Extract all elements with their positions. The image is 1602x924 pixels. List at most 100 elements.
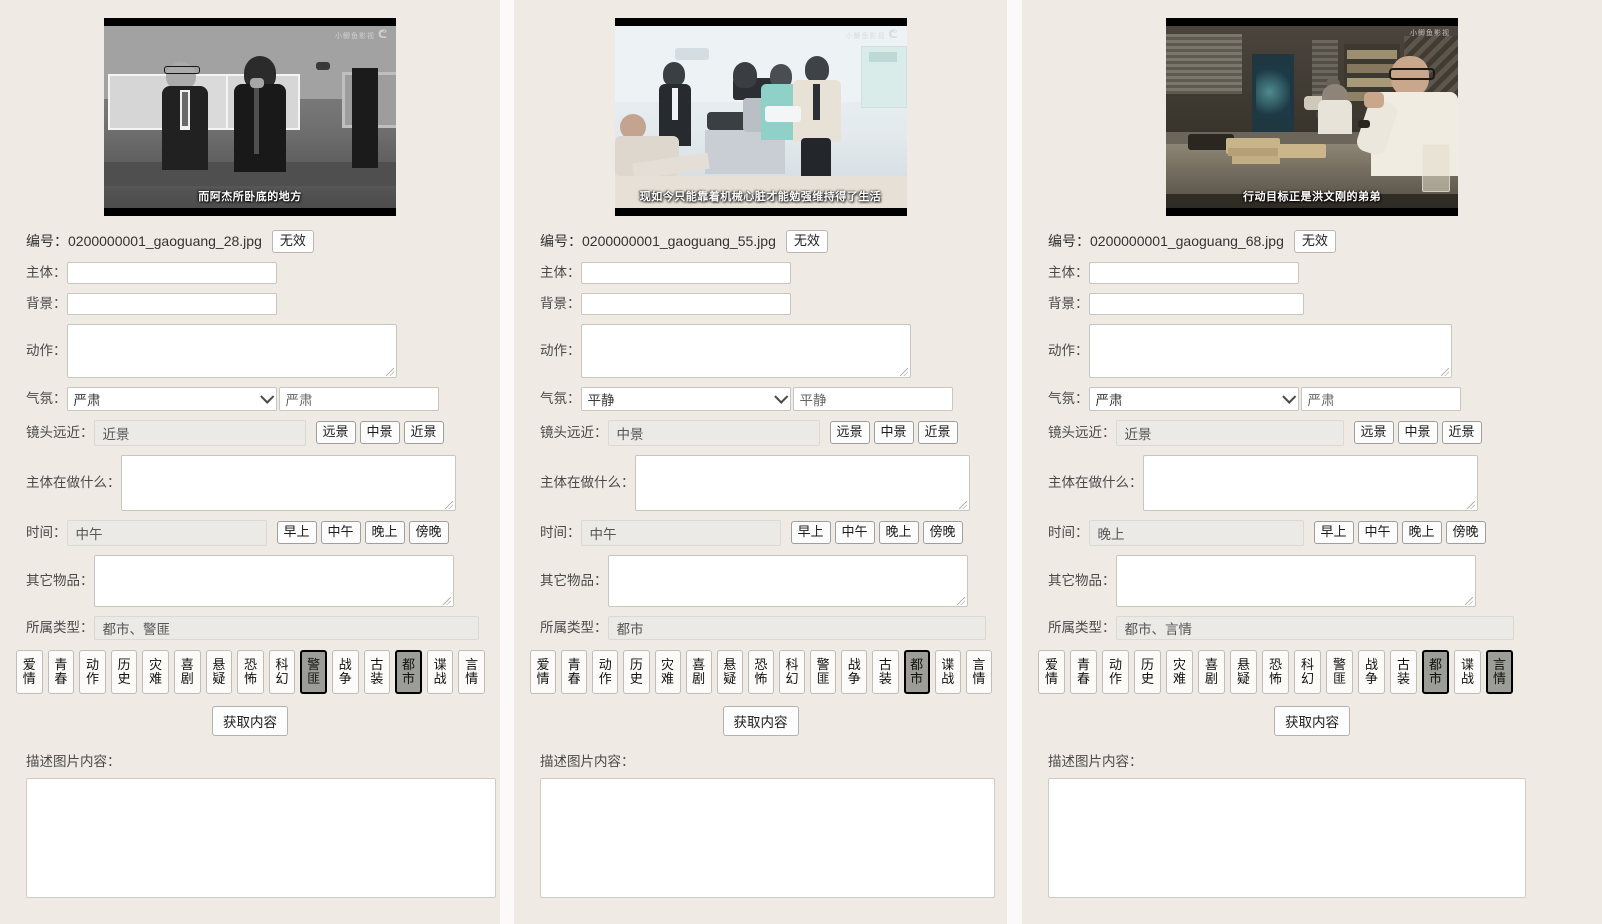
genre-tag-古装[interactable]: 古装 [1390, 649, 1417, 694]
time-dusk-button[interactable]: 傍晚 [1445, 521, 1486, 545]
genre-tag-灾难[interactable]: 灾难 [654, 649, 681, 694]
genre-tag-战争[interactable]: 战争 [841, 649, 868, 694]
genre-tag-悬疑[interactable]: 悬疑 [205, 649, 233, 694]
describe-textarea[interactable] [26, 777, 496, 898]
background-input[interactable] [1088, 292, 1304, 315]
genre-tag-都市[interactable]: 都市 [395, 649, 422, 694]
genre-tag-恐怖[interactable]: 恐怖 [747, 649, 774, 694]
action-textarea[interactable] [66, 323, 397, 378]
genre-tag-历史[interactable]: 历史 [110, 649, 138, 694]
genre-tag-言情[interactable]: 言情 [965, 649, 992, 694]
time-dusk-button[interactable]: 傍晚 [408, 521, 449, 545]
genre-tag-青春[interactable]: 青春 [1070, 649, 1097, 694]
genre-tag-言情[interactable]: 言情 [458, 649, 485, 694]
genre-tag-青春[interactable]: 青春 [47, 649, 75, 694]
genre-tag-科幻[interactable]: 科幻 [1294, 649, 1321, 694]
genre-tag-科幻[interactable]: 科幻 [268, 649, 296, 694]
shot-far-button[interactable]: 远景 [315, 421, 356, 445]
shot-near-button[interactable]: 近景 [403, 421, 444, 445]
genre-tag-警匪[interactable]: 警匪 [300, 649, 327, 694]
invalid-button[interactable]: 无效 [785, 230, 828, 253]
screenshot-thumbnail[interactable]: 小鲫鱼影视 ᕦ 现如今只能靠着机械心脏才能勉强维持得了生活 [614, 18, 907, 216]
mood-text-input[interactable]: 平静 [792, 386, 953, 411]
time-night-button[interactable]: 晚上 [364, 521, 405, 545]
invalid-button[interactable]: 无效 [1293, 230, 1336, 253]
subject-doing-textarea[interactable] [634, 454, 970, 511]
shot-near-button[interactable]: 近景 [1441, 421, 1482, 445]
genre-tag-恐怖[interactable]: 恐怖 [1262, 649, 1289, 694]
background-input[interactable] [66, 292, 277, 315]
shot-mid-button[interactable]: 中景 [873, 421, 914, 445]
time-noon-button[interactable]: 中午 [1357, 521, 1398, 545]
time-morning-button[interactable]: 早上 [790, 521, 831, 545]
time-noon-button[interactable]: 中午 [320, 521, 361, 545]
genre-tag-悬疑[interactable]: 悬疑 [1230, 649, 1257, 694]
genre-tag-爱情[interactable]: 爱情 [1038, 649, 1065, 694]
subject-input[interactable] [66, 261, 277, 284]
describe-textarea[interactable] [1048, 777, 1526, 898]
time-morning-button[interactable]: 早上 [276, 521, 317, 545]
shot-far-button[interactable]: 远景 [829, 421, 870, 445]
genre-tag-警匪[interactable]: 警匪 [1326, 649, 1353, 694]
genre-tag-谍战[interactable]: 谍战 [426, 649, 454, 694]
genre-tag-谍战[interactable]: 谍战 [934, 649, 961, 694]
genre-tag-青春[interactable]: 青春 [561, 649, 588, 694]
action-textarea[interactable] [580, 323, 911, 378]
genre-tag-警匪[interactable]: 警匪 [810, 649, 837, 694]
screenshot-thumbnail[interactable]: 小鲫鱼影视 行动目标正是洪文刚的弟弟 [1166, 18, 1458, 216]
screenshot-thumbnail[interactable]: 小鲫鱼影视 ᕦ 而阿杰所卧底的地方 [104, 18, 396, 216]
shot-near-button[interactable]: 近景 [917, 421, 958, 445]
genre-tag-科幻[interactable]: 科幻 [779, 649, 806, 694]
genre-tag-言情[interactable]: 言情 [1486, 649, 1513, 694]
mood-select[interactable]: 平静 [580, 386, 791, 411]
genre-tag-都市[interactable]: 都市 [1422, 649, 1449, 694]
genre-tag-恐怖[interactable]: 恐怖 [237, 649, 264, 694]
background-input[interactable] [580, 292, 791, 315]
subject-input[interactable] [580, 261, 791, 284]
genre-tag-古装[interactable]: 古装 [872, 649, 899, 694]
time-morning-button[interactable]: 早上 [1313, 521, 1354, 545]
genre-tag-战争[interactable]: 战争 [331, 649, 359, 694]
genre-tag-灾难[interactable]: 灾难 [1166, 649, 1193, 694]
genre-tag-爱情[interactable]: 爱情 [530, 649, 557, 694]
get-content-button[interactable]: 获取内容 [1274, 705, 1350, 736]
genre-tag-char: 难 [1172, 670, 1186, 686]
action-textarea[interactable] [1088, 323, 1452, 378]
mood-text-input[interactable]: 严肃 [278, 386, 439, 411]
get-content-button[interactable]: 获取内容 [212, 705, 288, 736]
genre-tag-动作[interactable]: 动作 [79, 649, 106, 694]
other-items-textarea[interactable] [93, 554, 454, 607]
mood-text-input[interactable]: 严肃 [1300, 386, 1461, 411]
shot-mid-button[interactable]: 中景 [1397, 421, 1438, 445]
shot-mid-button[interactable]: 中景 [359, 421, 400, 445]
get-content-button[interactable]: 获取内容 [722, 705, 799, 736]
genre-tag-历史[interactable]: 历史 [1134, 649, 1161, 694]
time-noon-button[interactable]: 中午 [834, 521, 875, 545]
genre-tag-喜剧[interactable]: 喜剧 [173, 649, 201, 694]
genre-tag-动作[interactable]: 动作 [592, 649, 619, 694]
other-items-textarea[interactable] [607, 554, 968, 607]
mood-select[interactable]: 严肃 [66, 386, 277, 411]
subject-input[interactable] [1088, 261, 1299, 284]
genre-tag-历史[interactable]: 历史 [623, 649, 650, 694]
genre-tag-都市[interactable]: 都市 [903, 649, 930, 694]
genre-tag-动作[interactable]: 动作 [1102, 649, 1129, 694]
shot-far-button[interactable]: 远景 [1353, 421, 1394, 445]
genre-tag-灾难[interactable]: 灾难 [142, 649, 169, 694]
genre-tag-喜剧[interactable]: 喜剧 [1198, 649, 1225, 694]
genre-tag-喜剧[interactable]: 喜剧 [685, 649, 712, 694]
subject-doing-textarea[interactable] [1142, 454, 1478, 511]
subject-doing-textarea[interactable] [120, 454, 456, 511]
genre-tag-悬疑[interactable]: 悬疑 [716, 649, 743, 694]
genre-tag-战争[interactable]: 战争 [1358, 649, 1385, 694]
genre-tag-古装[interactable]: 古装 [363, 649, 391, 694]
other-items-textarea[interactable] [1115, 554, 1476, 607]
time-night-button[interactable]: 晚上 [878, 521, 919, 545]
mood-select[interactable]: 严肃 [1088, 386, 1299, 411]
describe-textarea[interactable] [540, 777, 995, 898]
genre-tag-爱情[interactable]: 爱情 [16, 649, 43, 694]
genre-tag-谍战[interactable]: 谍战 [1454, 649, 1481, 694]
invalid-button[interactable]: 无效 [271, 230, 314, 253]
time-dusk-button[interactable]: 傍晚 [922, 521, 963, 545]
time-night-button[interactable]: 晚上 [1401, 521, 1442, 545]
